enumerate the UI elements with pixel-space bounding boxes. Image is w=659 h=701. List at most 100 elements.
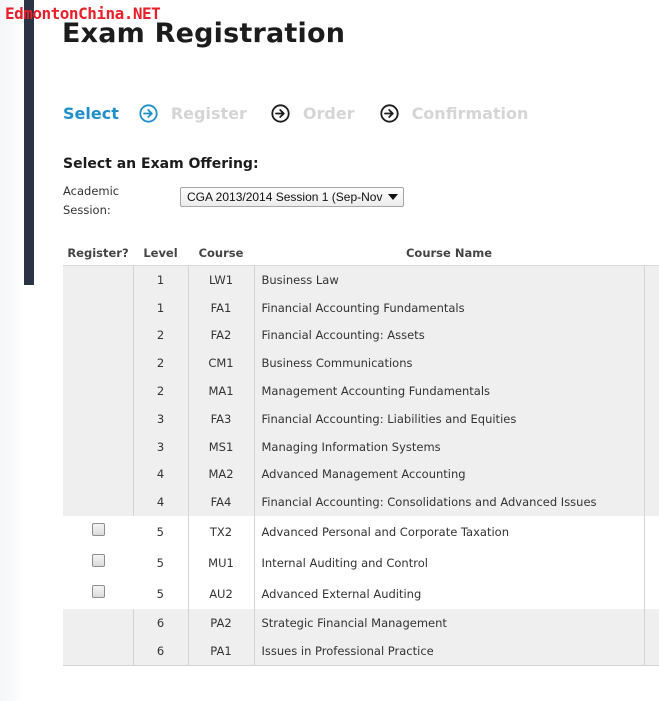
step-order-label: Order <box>302 103 355 123</box>
registration-steps: Select Register Order Confirmation <box>63 101 528 125</box>
course-name-cell: Management Accounting Fundamentals <box>254 377 645 405</box>
register-checkbox[interactable] <box>91 553 105 567</box>
course-name-cell: Financial Accounting: Liabilities and Eq… <box>254 404 645 433</box>
page-title: Exam Registration <box>62 18 346 49</box>
chevron-down-icon <box>388 194 398 200</box>
register-cell <box>63 432 134 461</box>
row-spacer-cell <box>644 293 659 322</box>
section-heading: Select an Exam Offering: <box>63 156 259 172</box>
level-cell: 3 <box>133 432 189 461</box>
step-register[interactable]: Register <box>139 104 247 123</box>
course-code-cell: FA3 <box>188 404 255 433</box>
row-spacer-cell <box>644 349 659 378</box>
course-name-cell: Business Law <box>254 265 645 294</box>
header-level: Level <box>133 240 188 266</box>
level-cell: 2 <box>133 377 189 405</box>
course-code-cell: PA1 <box>188 636 255 665</box>
course-code-cell: MS1 <box>188 432 255 461</box>
course-code-cell: LW1 <box>188 265 255 294</box>
row-spacer-cell <box>644 460 659 489</box>
level-cell: 2 <box>133 321 189 350</box>
register-cell <box>63 265 134 294</box>
row-spacer-cell <box>644 609 659 637</box>
register-checkbox[interactable] <box>91 522 105 536</box>
table-header-row: Register? Level Course Course Name <box>63 240 659 266</box>
register-cell <box>63 377 134 405</box>
step-select-label: Select <box>63 103 119 123</box>
course-code-cell: MA2 <box>188 460 255 489</box>
level-cell: 6 <box>133 609 189 637</box>
table-row: 4 FA4 Financial Accounting: Consolidations… <box>63 488 659 517</box>
step-register-label: Register <box>170 103 247 123</box>
step-order[interactable]: Order <box>271 104 355 123</box>
level-cell: 6 <box>133 636 189 665</box>
table-row: 1 FA1 Financial Accounting Fundamentals <box>63 293 659 322</box>
register-checkbox[interactable] <box>91 584 105 598</box>
level-cell: 1 <box>133 293 189 322</box>
course-code-cell: MA1 <box>188 377 255 405</box>
table-row: 2 CM1 Business Communications <box>63 349 659 378</box>
level-cell: 1 <box>133 265 189 294</box>
register-cell <box>63 321 134 350</box>
course-code-cell: FA1 <box>188 293 255 322</box>
level-cell: 5 <box>133 516 189 548</box>
course-name-cell: Managing Information Systems <box>254 432 645 461</box>
level-cell: 4 <box>133 488 189 517</box>
course-name-cell: Advanced Personal and Corporate Taxation <box>254 516 645 548</box>
course-name-cell: Internal Auditing and Control <box>254 547 645 579</box>
course-name-cell: Strategic Financial Management <box>254 609 645 637</box>
header-course-name: Course Name <box>254 240 644 266</box>
level-cell: 5 <box>133 578 189 610</box>
row-spacer-cell <box>644 488 659 517</box>
table-bottom-border <box>63 664 659 666</box>
step-select[interactable]: Select <box>63 104 119 123</box>
level-cell: 4 <box>133 460 189 489</box>
course-code-cell: TX2 <box>188 516 255 548</box>
table-row: 6 PA1 Issues in Professional Practice <box>63 636 659 665</box>
row-spacer-cell <box>644 432 659 461</box>
course-name-cell: Financial Accounting Fundamentals <box>254 293 645 322</box>
row-spacer-cell <box>644 516 659 548</box>
row-spacer-cell <box>644 636 659 665</box>
step-confirmation-label: Confirmation <box>411 103 529 123</box>
circle-arrow-right-icon <box>379 103 399 123</box>
left-accent-bar <box>24 0 34 285</box>
left-rail <box>0 0 34 701</box>
exam-offerings-table: Register? Level Course Course Name 1 LW1 B… <box>63 240 659 666</box>
circle-arrow-right-icon <box>139 103 158 123</box>
table-row: 2 MA1 Management Accounting Fundamentals <box>63 377 659 405</box>
register-cell <box>63 293 134 322</box>
academic-session-selected-value: CGA 2013/2014 Session 1 (Sep-Nov 2013) <box>187 190 383 204</box>
academic-session-label-line2: Session: <box>63 203 111 217</box>
academic-session-label-line1: Academic <box>63 184 120 198</box>
academic-session-select[interactable]: CGA 2013/2014 Session 1 (Sep-Nov 2013) <box>180 187 404 207</box>
header-spacer <box>644 240 659 266</box>
row-spacer-cell <box>644 578 659 610</box>
table-row: 1 LW1 Business Law <box>63 265 659 294</box>
course-name-cell: Issues in Professional Practice <box>254 636 645 665</box>
register-cell <box>63 578 133 610</box>
table-body: 1 LW1 Business Law 1 FA1 Financial Accounting… <box>63 265 659 665</box>
course-code-cell: MU1 <box>188 547 255 579</box>
level-cell: 2 <box>133 349 189 378</box>
academic-session-label: Academic Session: <box>63 182 143 220</box>
row-spacer-cell <box>644 321 659 350</box>
course-code-cell: CM1 <box>188 349 255 378</box>
course-name-cell: Advanced Management Accounting <box>254 460 645 489</box>
table-row: 3 FA3 Financial Accounting: Liabilities an… <box>63 404 659 433</box>
level-cell: 5 <box>133 547 189 579</box>
header-course: Course <box>188 240 254 266</box>
table-row: 3 MS1 Managing Information Systems <box>63 432 659 461</box>
table-row: 4 MA2 Advanced Management Accounting <box>63 460 659 489</box>
register-cell <box>63 609 134 637</box>
register-cell <box>63 404 134 433</box>
level-cell: 3 <box>133 404 189 433</box>
table-row: 5 MU1 Internal Auditing and Control <box>63 547 659 579</box>
table-row: 5 AU2 Advanced External Auditing <box>63 578 659 610</box>
row-spacer-cell <box>644 377 659 405</box>
register-cell <box>63 349 134 378</box>
step-confirmation[interactable]: Confirmation <box>379 103 529 123</box>
course-code-cell: PA2 <box>188 609 255 637</box>
row-spacer-cell <box>644 265 659 294</box>
register-cell <box>63 547 133 579</box>
